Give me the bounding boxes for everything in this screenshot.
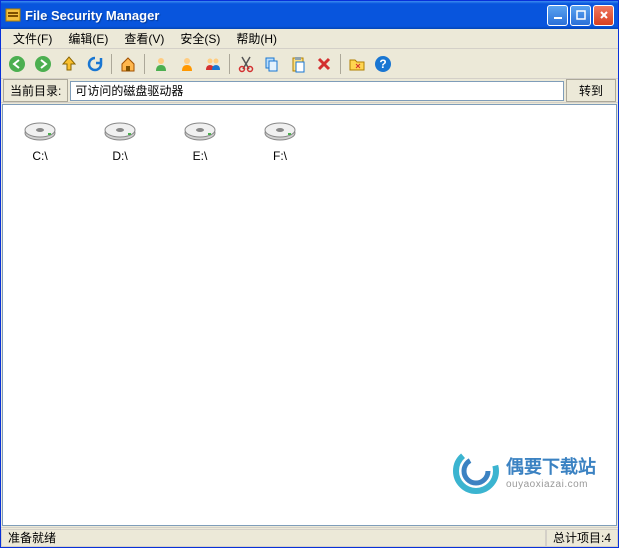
back-button[interactable] bbox=[5, 52, 29, 76]
paste-button[interactable] bbox=[286, 52, 310, 76]
refresh-button[interactable] bbox=[83, 52, 107, 76]
users-icon bbox=[204, 55, 222, 73]
delete-icon bbox=[315, 55, 333, 73]
go-button[interactable]: 转到 bbox=[566, 79, 616, 102]
menubar: 文件(F) 编辑(E) 查看(V) 安全(S) 帮助(H) bbox=[1, 29, 618, 49]
app-window: File Security Manager 文件(F) 编辑(E) 查看(V) … bbox=[0, 0, 619, 548]
refresh-icon bbox=[86, 55, 104, 73]
watermark-logo-icon bbox=[452, 447, 500, 495]
drive-item-c[interactable]: C:\ bbox=[15, 117, 65, 163]
drive-label: E:\ bbox=[193, 149, 208, 163]
user-orange-button[interactable] bbox=[175, 52, 199, 76]
delete-button[interactable] bbox=[312, 52, 336, 76]
menu-edit[interactable]: 编辑(E) bbox=[60, 28, 116, 49]
toolbar: ? bbox=[1, 49, 618, 79]
user-green-icon bbox=[152, 55, 170, 73]
cut-button[interactable] bbox=[234, 52, 258, 76]
drive-item-e[interactable]: E:\ bbox=[175, 117, 225, 163]
help-icon: ? bbox=[374, 55, 392, 73]
menu-view[interactable]: 查看(V) bbox=[116, 28, 172, 49]
home-button[interactable] bbox=[116, 52, 140, 76]
address-input[interactable] bbox=[70, 81, 564, 101]
user-green-button[interactable] bbox=[149, 52, 173, 76]
up-button[interactable] bbox=[57, 52, 81, 76]
home-icon bbox=[119, 55, 137, 73]
menu-help[interactable]: 帮助(H) bbox=[228, 28, 285, 49]
drive-icon bbox=[24, 117, 56, 145]
maximize-button[interactable] bbox=[570, 5, 591, 26]
help-button[interactable]: ? bbox=[371, 52, 395, 76]
address-bar: 当前目录: 转到 bbox=[1, 79, 618, 103]
file-view[interactable]: C:\ D:\ E:\ F:\ 偶要下载站 ouyaoxiazai. bbox=[2, 104, 617, 526]
watermark: 偶要下载站 ouyaoxiazai.com bbox=[452, 447, 596, 495]
drive-icon bbox=[184, 117, 216, 145]
drive-label: F:\ bbox=[273, 149, 287, 163]
window-title: File Security Manager bbox=[25, 8, 547, 23]
drive-icon bbox=[104, 117, 136, 145]
copy-icon bbox=[263, 55, 281, 73]
menu-security[interactable]: 安全(S) bbox=[172, 28, 228, 49]
copy-button[interactable] bbox=[260, 52, 284, 76]
user-orange-icon bbox=[178, 55, 196, 73]
drive-item-f[interactable]: F:\ bbox=[255, 117, 305, 163]
cut-icon bbox=[237, 55, 255, 73]
toolbar-separator bbox=[340, 54, 341, 74]
folder-button[interactable] bbox=[345, 52, 369, 76]
status-count-label: 总计项目: bbox=[553, 529, 604, 546]
menu-file[interactable]: 文件(F) bbox=[5, 28, 60, 49]
svg-text:?: ? bbox=[379, 57, 386, 71]
watermark-url: ouyaoxiazai.com bbox=[506, 479, 596, 490]
forward-button[interactable] bbox=[31, 52, 55, 76]
drive-label: C:\ bbox=[32, 149, 47, 163]
folder-icon bbox=[348, 55, 366, 73]
titlebar: File Security Manager bbox=[1, 1, 618, 29]
minimize-button[interactable] bbox=[547, 5, 568, 26]
status-count: 总计项目: 4 bbox=[546, 529, 618, 547]
close-button[interactable] bbox=[593, 5, 614, 26]
window-controls bbox=[547, 5, 614, 26]
back-icon bbox=[8, 55, 26, 73]
status-ready: 准备就绪 bbox=[1, 529, 546, 547]
forward-icon bbox=[34, 55, 52, 73]
drive-list: C:\ D:\ E:\ F:\ bbox=[11, 113, 608, 167]
drive-icon bbox=[264, 117, 296, 145]
drive-item-d[interactable]: D:\ bbox=[95, 117, 145, 163]
address-label: 当前目录: bbox=[3, 79, 68, 102]
drive-label: D:\ bbox=[112, 149, 127, 163]
app-icon bbox=[5, 7, 21, 23]
toolbar-separator bbox=[111, 54, 112, 74]
status-count-value: 4 bbox=[604, 531, 611, 545]
up-icon bbox=[60, 55, 78, 73]
statusbar: 准备就绪 总计项目: 4 bbox=[1, 527, 618, 547]
watermark-title: 偶要下载站 bbox=[506, 453, 596, 479]
toolbar-separator bbox=[144, 54, 145, 74]
paste-icon bbox=[289, 55, 307, 73]
toolbar-separator bbox=[229, 54, 230, 74]
users-button[interactable] bbox=[201, 52, 225, 76]
